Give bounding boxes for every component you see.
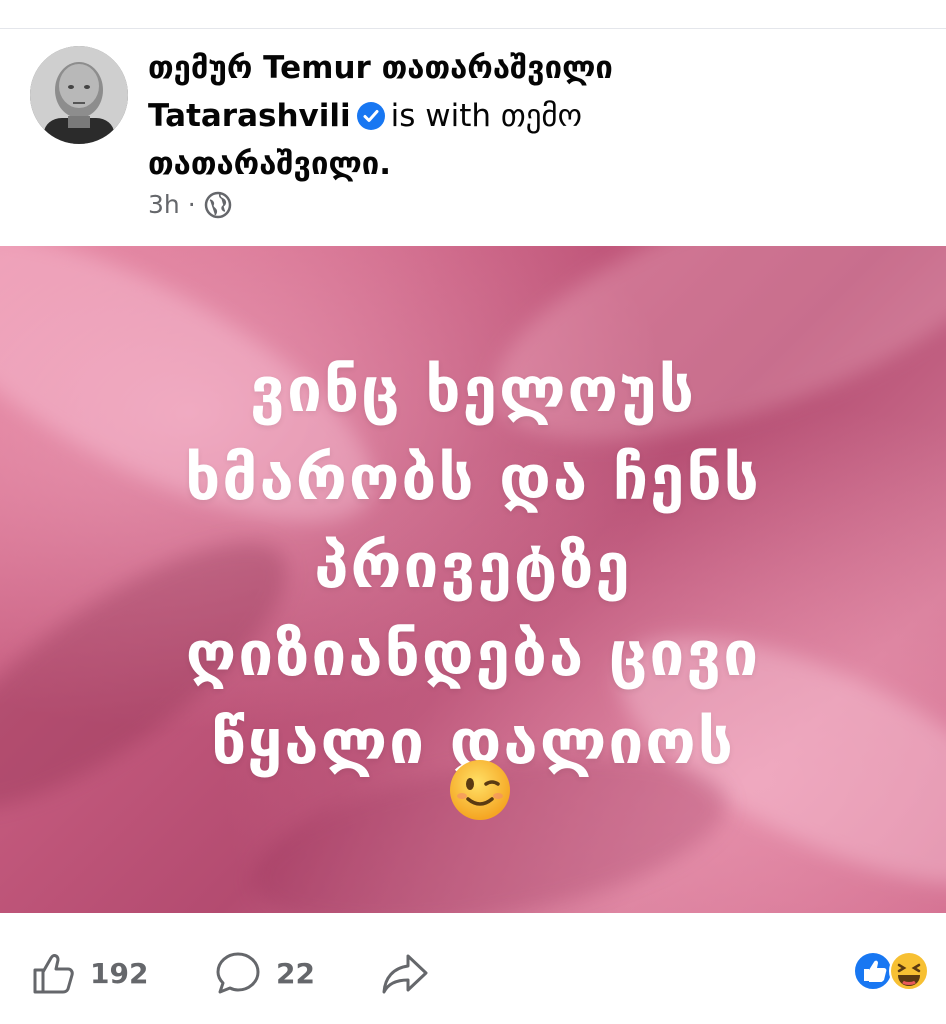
author-name-part2[interactable]: Tatarashvili (148, 98, 351, 134)
post-meta: 3h · (148, 190, 232, 219)
share-button[interactable] (380, 950, 430, 996)
image-text: ვინც ხელოუს ხმარობს და ჩენს პრივეტზე ღიზ… (80, 346, 866, 786)
image-text-line: ვინც ხელოუს (250, 353, 696, 426)
comment-button[interactable]: 22 (214, 950, 315, 996)
timestamp[interactable]: 3h (148, 190, 180, 219)
like-reaction-icon (853, 951, 893, 991)
comment-icon (216, 952, 260, 994)
top-divider (0, 28, 946, 29)
tagged-line: თათარაშვილი. (148, 140, 888, 188)
action-bar: 192 22 (0, 930, 946, 1010)
haha-reaction-icon (889, 951, 929, 991)
globe-icon (204, 191, 231, 218)
thumbs-up-icon (33, 954, 74, 994)
with-text[interactable]: is with თემო (391, 98, 582, 134)
like-button[interactable]: 192 (30, 950, 148, 996)
author-line-2: Tatarashvili is with თემო (148, 92, 888, 140)
author-name-part1[interactable]: თემურ Temur თათარაშვილი (148, 50, 613, 86)
author-line[interactable]: თემურ Temur თათარაშვილი (148, 44, 888, 92)
reactions-summary[interactable] (852, 950, 932, 992)
author-avatar[interactable] (30, 46, 128, 144)
post-header: თემურ Temur თათარაშვილი Tatarashvili is w… (148, 44, 888, 188)
share-icon (382, 954, 428, 994)
winking-face-icon (450, 760, 510, 820)
avatar-portrait (30, 46, 128, 144)
image-text-line: ღიზიანდება ცივი (185, 617, 761, 690)
image-text-line: ხმარობს და ჩენს (185, 441, 761, 514)
verified-badge-icon (356, 102, 385, 130)
image-text-line: პრივეტზე (314, 529, 632, 602)
meta-separator: · (187, 190, 196, 219)
like-count: 192 (90, 956, 149, 990)
reaction-icons (853, 951, 929, 991)
tagged-name[interactable]: თათარაშვილი. (148, 146, 391, 182)
post-image[interactable]: ვინც ხელოუს ხმარობს და ჩენს პრივეტზე ღიზ… (0, 246, 946, 913)
comment-count: 22 (276, 956, 315, 990)
